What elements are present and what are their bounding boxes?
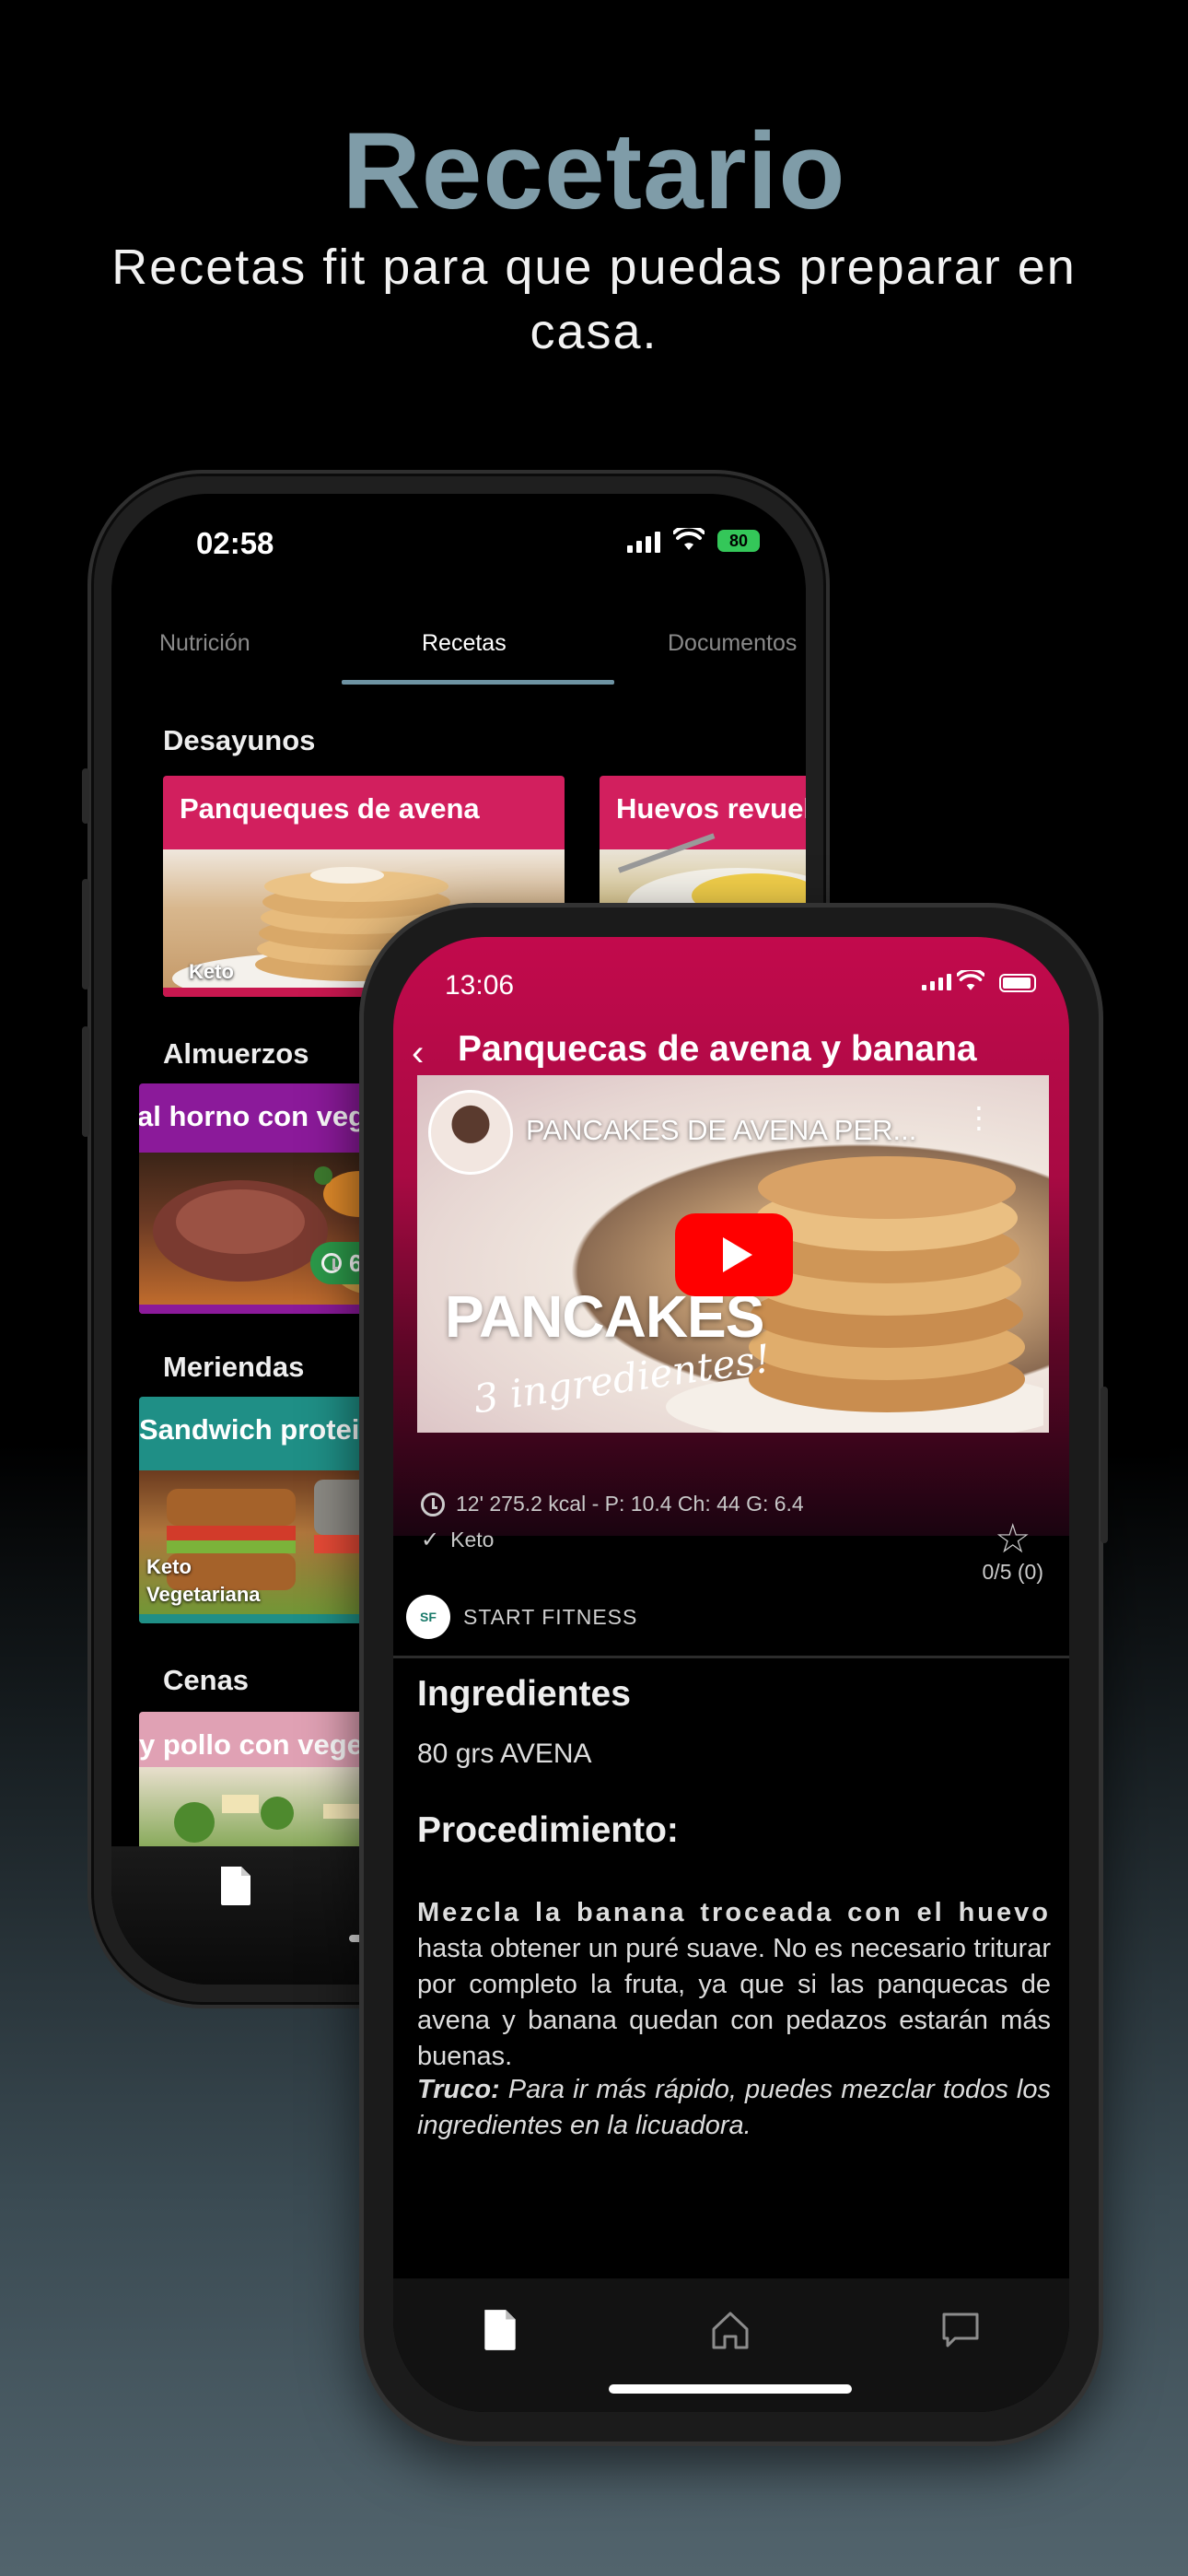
section-title-almuerzos: Almuerzos — [163, 1037, 309, 1070]
volume-up-button — [82, 879, 89, 989]
wifi-icon — [673, 528, 705, 550]
card-label: Huevos revuelt — [616, 792, 806, 825]
card-label: y pollo con veget. — [139, 1728, 380, 1761]
status-time: 13:06 — [445, 970, 515, 1001]
top-tabs: Nutrición Recetas Documentos — [111, 614, 806, 687]
brand-name: START FITNESS — [463, 1604, 638, 1629]
procedure-bold: Mezcla la banana troceada con el huevo — [417, 1898, 1051, 1927]
brand-row: SF START FITNESS — [406, 1593, 821, 1641]
wifi-icon — [957, 970, 984, 990]
diet-tag: Keto — [450, 1528, 495, 1551]
diet-tag: Vegetariana — [146, 1583, 261, 1606]
diet-tag: Keto — [189, 960, 234, 983]
tab-documentos[interactable]: Documentos — [668, 630, 797, 657]
status-bar: 13:06 — [393, 963, 1069, 1009]
card-label: Panqueques de avena — [180, 792, 480, 825]
tip-text: Truco: Para ir más rápido, puedes mezcla… — [417, 2072, 1051, 2144]
headline: Recetario — [342, 111, 846, 232]
tab-nutricion[interactable]: Nutrición — [159, 630, 250, 657]
status-bar: 02:58 80 — [111, 526, 806, 572]
volume-down-button — [82, 1026, 89, 1137]
battery-icon: 80 — [717, 530, 760, 552]
video-title: PANCAKES DE AVENA PER... — [526, 1114, 917, 1146]
chat-tab-icon[interactable] — [940, 2308, 981, 2352]
active-tab-indicator — [342, 680, 614, 685]
rating[interactable]: ☆ 0/5 (0) — [983, 1519, 1043, 1585]
bottom-tab-bar — [393, 2278, 1069, 2412]
cellular-signal-icon — [922, 974, 951, 990]
clock-icon — [421, 1492, 445, 1516]
section-title-meriendas: Meriendas — [163, 1351, 305, 1383]
rating-value: 0/5 (0) — [982, 1560, 1043, 1584]
tip-body: Para ir más rápido, puedes mezclar todos… — [417, 2075, 1051, 2140]
diet-tag: Keto — [146, 1555, 192, 1578]
divider — [393, 1656, 1069, 1658]
brand-logo: SF — [406, 1595, 450, 1639]
procedure-rest: hasta obtener un puré suave. No es neces… — [417, 1934, 1051, 2071]
front-phone: 13:06 ‹ Panquecas de avena y banana PANC… — [359, 903, 1108, 2446]
front-phone-screen: 13:06 ‹ Panquecas de avena y banana PANC… — [393, 937, 1069, 2412]
power-button — [1101, 1387, 1108, 1543]
cellular-signal-icon — [627, 532, 660, 553]
clock-icon — [321, 1253, 342, 1273]
back-chevron-icon[interactable]: ‹ — [412, 1033, 424, 1074]
home-tab-icon[interactable] — [710, 2308, 751, 2352]
section-title-desayunos: Desayunos — [163, 724, 316, 756]
check-icon: ✓ — [421, 1528, 440, 1552]
channel-avatar[interactable] — [428, 1090, 513, 1175]
recipe-diet: ✓ Keto — [421, 1527, 494, 1553]
recipe-stats-text: 12' 275.2 kcal - P: 10.4 Ch: 44 G: 6.4 — [456, 1492, 804, 1516]
youtube-play-button[interactable] — [675, 1213, 793, 1296]
document-tab-icon[interactable] — [217, 1865, 254, 1907]
ingredient-item: 80 grs AVENA — [417, 1739, 592, 1769]
card-label: Sandwich proteic — [139, 1413, 376, 1446]
tip-label: Truco: — [417, 2075, 500, 2104]
recipe-card[interactable]: Huevos revuelt — [600, 776, 806, 923]
ingredients-heading: Ingredientes — [417, 1674, 631, 1714]
star-icon[interactable]: ☆ — [983, 1519, 1043, 1560]
procedure-text: Mezcla la banana troceada con el huevo h… — [417, 1895, 1051, 2075]
battery-icon — [999, 974, 1036, 992]
document-tab-icon[interactable] — [480, 2308, 520, 2352]
home-indicator — [609, 2384, 852, 2394]
procedure-heading: Procedimiento: — [417, 1810, 679, 1850]
section-title-cenas: Cenas — [163, 1664, 250, 1696]
tab-recetas[interactable]: Recetas — [422, 630, 507, 657]
video-player[interactable]: PANCAKES DE AVENA PER... ⋮ PANCAKES 3 in… — [417, 1075, 1049, 1433]
card-label: al horno con veget — [139, 1100, 391, 1132]
recipe-stats: 12' 275.2 kcal - P: 10.4 Ch: 44 G: 6.4 — [421, 1492, 804, 1516]
more-options-icon[interactable]: ⋮ — [964, 1103, 994, 1132]
subheadline: Recetas fit para que puedas preparar en … — [111, 240, 1077, 359]
mute-switch — [82, 768, 89, 824]
page-title: Panquecas de avena y banana — [458, 1029, 977, 1069]
status-time: 02:58 — [196, 526, 274, 560]
